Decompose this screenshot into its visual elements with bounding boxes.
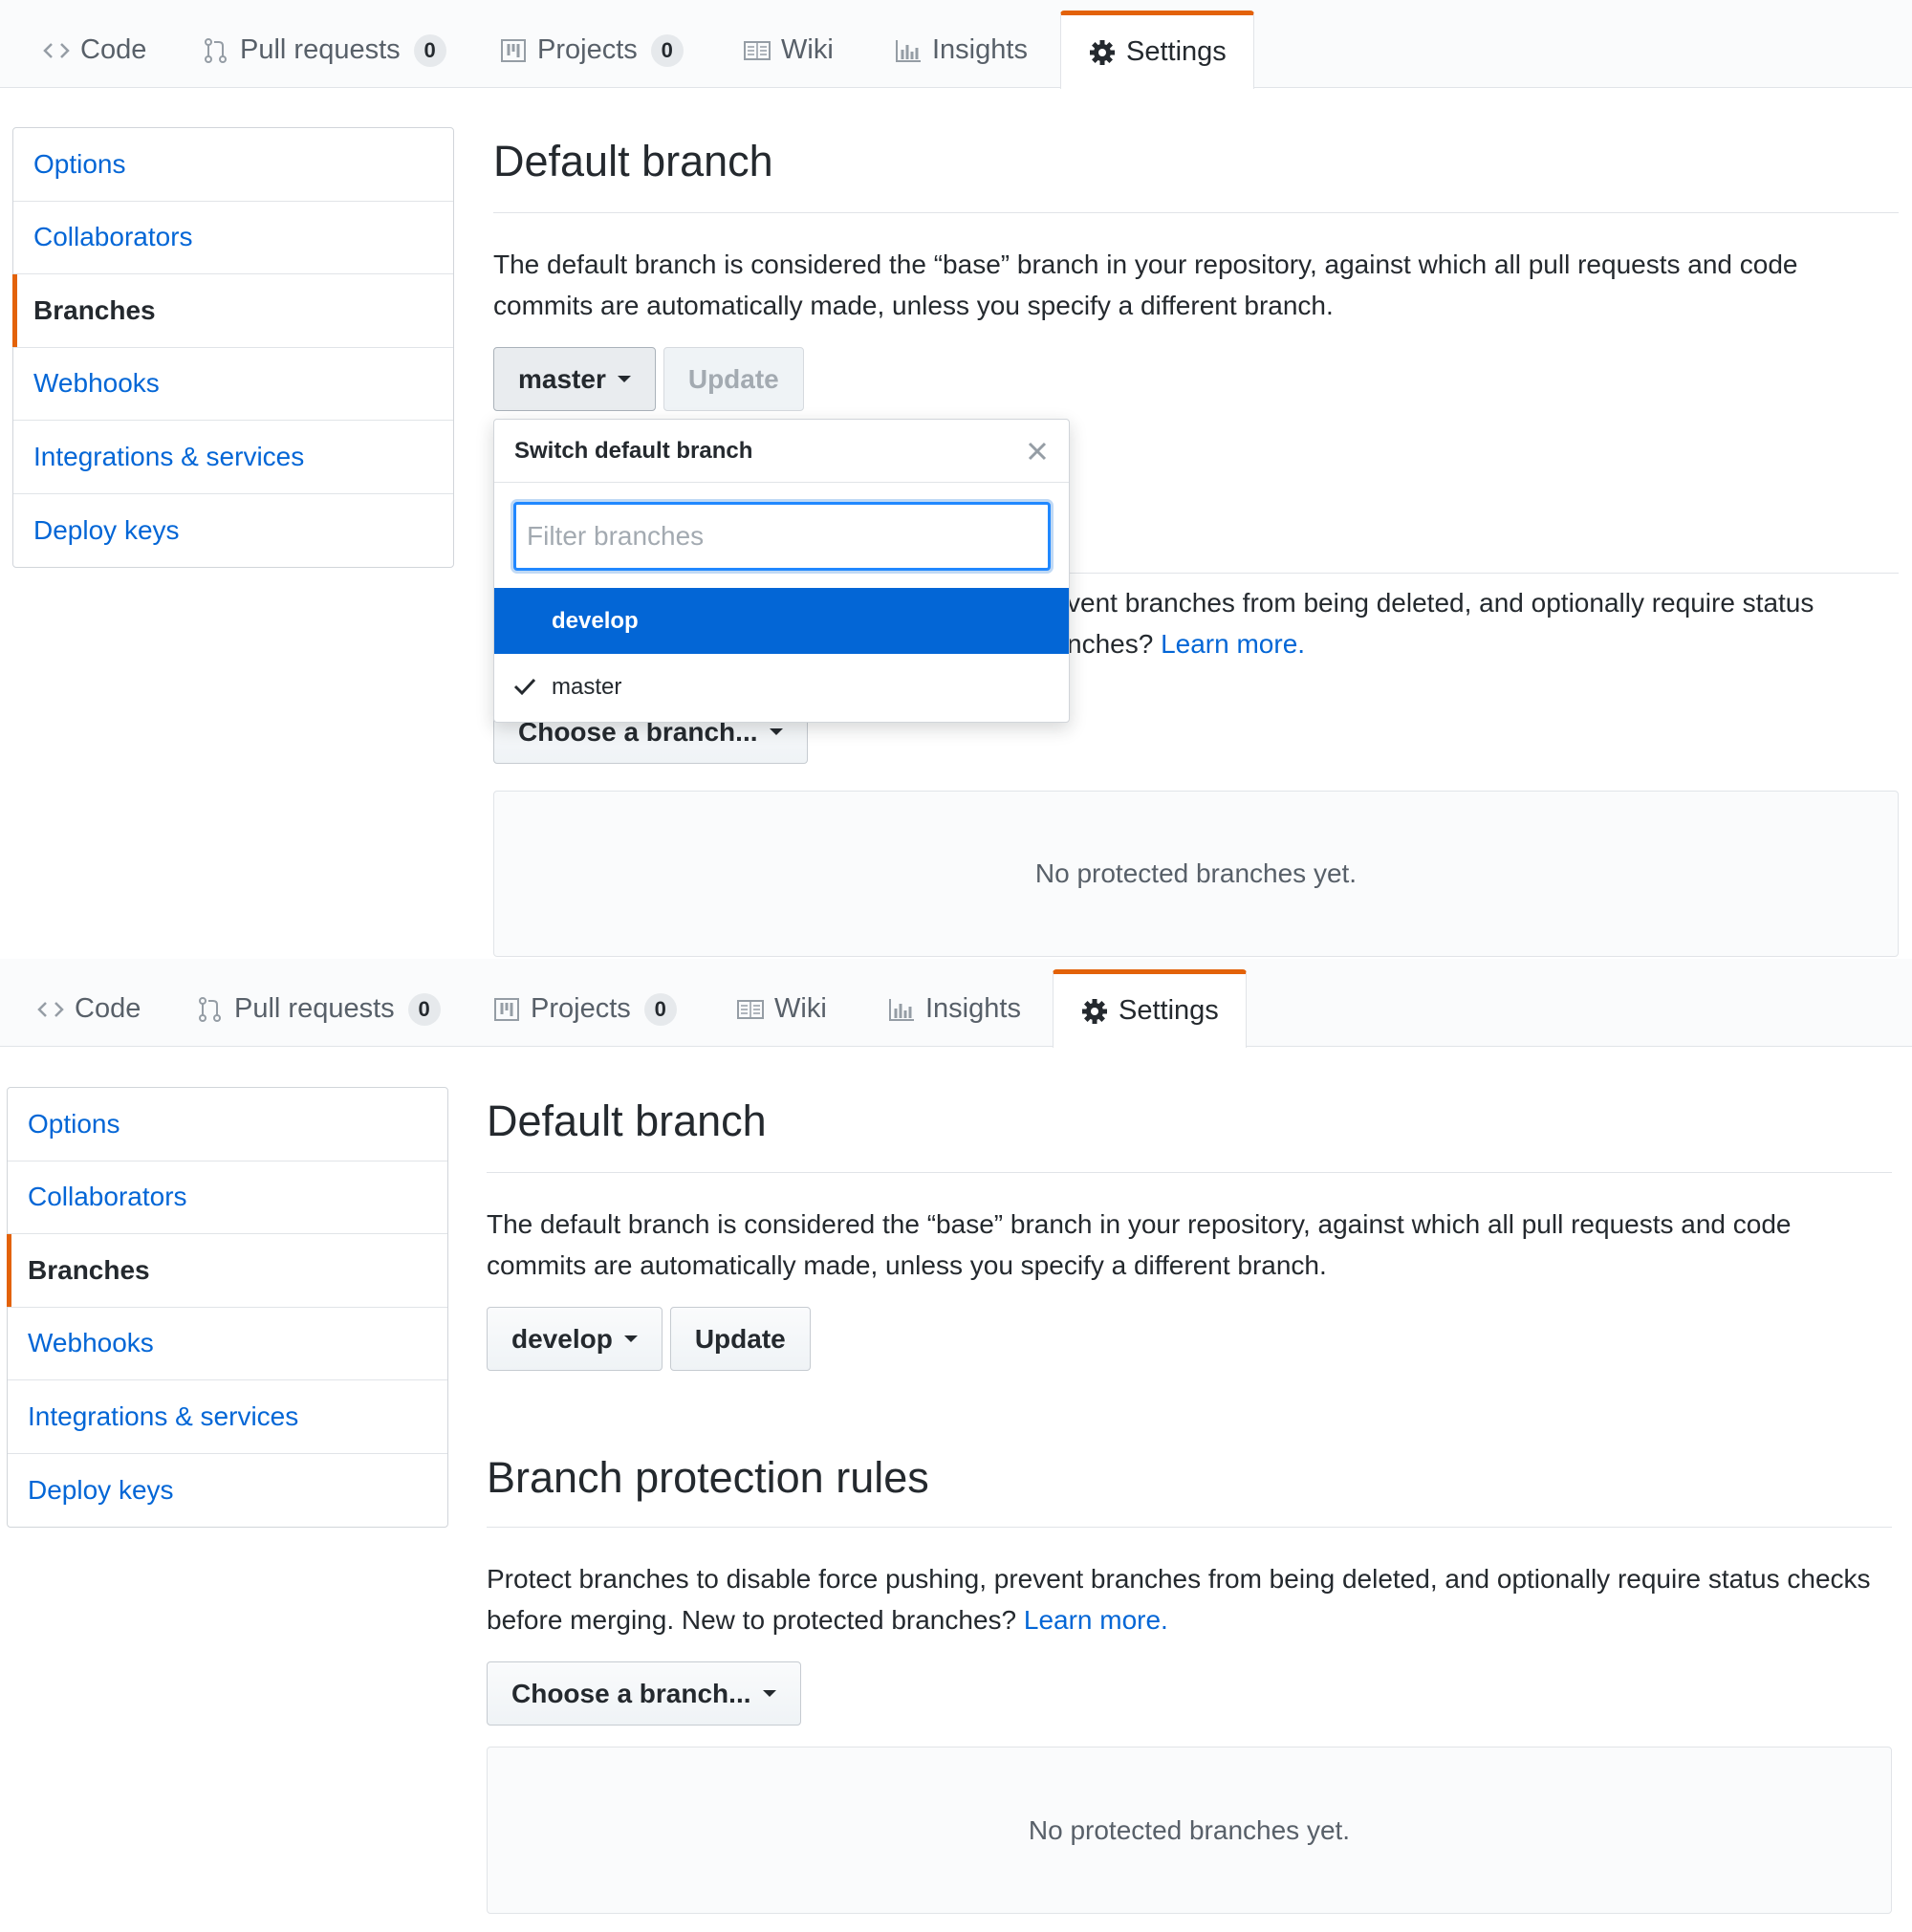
projects-count: 0 [650,33,684,67]
menu-item-options[interactable]: Options [8,1088,447,1161]
tab-pull-requests[interactable]: Pull requests 0 [169,970,467,1048]
tab-code-label: Code [80,34,147,65]
check-icon [513,678,536,696]
settings-menu: Options Collaborators Branches Webhooks … [11,127,454,568]
screenshot-before: Code Pull requests 0 Projects 0 Wiki Ins… [0,0,1912,966]
main-content: Default branch The default branch is con… [493,127,1899,957]
tab-projects-label: Projects [531,993,631,1024]
tab-code[interactable]: Code [10,970,167,1048]
choose-branch-button[interactable]: Choose a branch... [487,1661,801,1726]
settings-menu: Options Collaborators Branches Webhooks … [6,1087,448,1528]
protection-controls: Choose a branch... [487,1661,1892,1726]
pull-request-icon [199,996,221,1022]
code-icon [37,1001,64,1017]
tab-insights-label: Insights [925,993,1021,1024]
default-branch-title: Default branch [493,127,1899,213]
tab-code[interactable]: Code [15,11,173,89]
book-icon [744,40,771,60]
dropdown-header: Switch default branch [494,420,1069,483]
gear-icon [1090,39,1115,65]
menu-item-integrations[interactable]: Integrations & services [8,1380,447,1454]
menu-item-options[interactable]: Options [13,128,453,202]
pull-requests-count: 0 [413,33,446,67]
pull-request-icon [205,37,227,63]
protection-description: Protect branches to disable force pushin… [487,1558,1892,1640]
tab-settings[interactable]: Settings [1060,11,1254,89]
tab-projects[interactable]: Projects 0 [472,11,710,89]
tab-pull-requests[interactable]: Pull requests 0 [175,11,473,89]
protection-description-text: Protect branches to disable force pushin… [487,1564,1871,1635]
menu-item-webhooks[interactable]: Webhooks [8,1308,447,1380]
menu-item-collaborators[interactable]: Collaborators [8,1161,447,1234]
tab-insights[interactable]: Insights [867,11,1054,89]
protected-branches-empty: No protected branches yet. [487,1747,1892,1914]
protection-description-partial: vent branches from being deleted, and op… [1067,582,1912,664]
close-icon[interactable] [1025,439,1050,464]
tab-wiki-label: Wiki [774,993,827,1024]
default-branch-description: The default branch is considered the “ba… [493,250,1798,320]
projects-count: 0 [643,992,677,1026]
protection-title: Branch protection rules [487,1453,1892,1528]
tab-settings[interactable]: Settings [1053,969,1247,1048]
tab-projects[interactable]: Projects 0 [466,970,704,1048]
update-button[interactable]: Update [663,347,804,411]
graph-icon [889,998,914,1021]
default-branch-controls: develop Update [487,1307,1892,1371]
dropdown-title: Switch default branch [514,437,753,464]
update-button[interactable]: Update [669,1307,811,1371]
tab-settings-label: Settings [1119,995,1219,1026]
book-icon [737,999,764,1019]
graph-icon [896,39,921,62]
filter-branches-input[interactable] [513,502,1051,571]
pull-requests-count: 0 [407,992,441,1026]
caret-down-icon [762,1690,776,1697]
gear-icon [1082,998,1107,1024]
code-icon [43,42,70,58]
protection-fragment-line2: nches? [1067,629,1154,659]
default-branch-controls: master Update [493,347,1899,411]
menu-item-webhooks[interactable]: Webhooks [13,348,453,421]
dropdown-item-label: develop [552,607,639,634]
branch-select-label: master [518,363,606,394]
tab-wiki[interactable]: Wiki [716,11,860,89]
dropdown-item-label: master [552,673,622,700]
screenshot-after: Code Pull requests 0 Projects 0 Wiki Ins… [0,959,1912,1932]
choose-branch-label: Choose a branch... [511,1678,751,1708]
repo-nav: Code Pull requests 0 Projects 0 Wiki Ins… [0,0,1912,89]
tab-wiki[interactable]: Wiki [709,970,854,1048]
protection-fragment-line1: vent branches from being deleted, and op… [1067,588,1814,618]
tab-settings-label: Settings [1126,36,1227,67]
default-branch-description: The default branch is considered the “ba… [487,1209,1792,1280]
repo-nav: Code Pull requests 0 Projects 0 Wiki Ins… [0,959,1912,1048]
learn-more-link[interactable]: Learn more. [1024,1605,1168,1635]
tab-pull-requests-label: Pull requests [240,34,401,65]
project-icon [494,997,519,1021]
switch-branch-dropdown: Switch default branch develop master [493,419,1070,723]
menu-item-collaborators[interactable]: Collaborators [13,202,453,274]
branch-select-button[interactable]: develop [487,1307,663,1371]
tab-wiki-label: Wiki [781,34,834,65]
caret-down-icon [623,1335,638,1342]
learn-more-link[interactable]: Learn more. [1161,629,1305,659]
caret-down-icon [769,728,783,735]
menu-item-integrations[interactable]: Integrations & services [13,421,453,494]
menu-item-branches[interactable]: Branches [11,274,453,348]
tab-code-label: Code [75,993,141,1024]
tab-projects-label: Projects [537,34,638,65]
dropdown-item-develop[interactable]: develop [494,588,1069,654]
protected-branches-empty: No protected branches yet. [493,791,1899,957]
tab-insights-label: Insights [932,34,1028,65]
main-content: Default branch The default branch is con… [487,1087,1892,1914]
dropdown-item-master[interactable]: master [494,654,1069,720]
menu-item-deploy-keys[interactable]: Deploy keys [8,1454,447,1528]
menu-item-deploy-keys[interactable]: Deploy keys [13,494,453,568]
caret-down-icon [617,376,631,382]
branch-select-button[interactable]: master [493,347,656,411]
tab-insights[interactable]: Insights [860,970,1048,1048]
branch-select-label: develop [511,1323,613,1354]
menu-item-branches[interactable]: Branches [6,1234,447,1308]
tab-pull-requests-label: Pull requests [234,993,395,1024]
default-branch-title: Default branch [487,1087,1892,1173]
project-icon [501,38,526,62]
